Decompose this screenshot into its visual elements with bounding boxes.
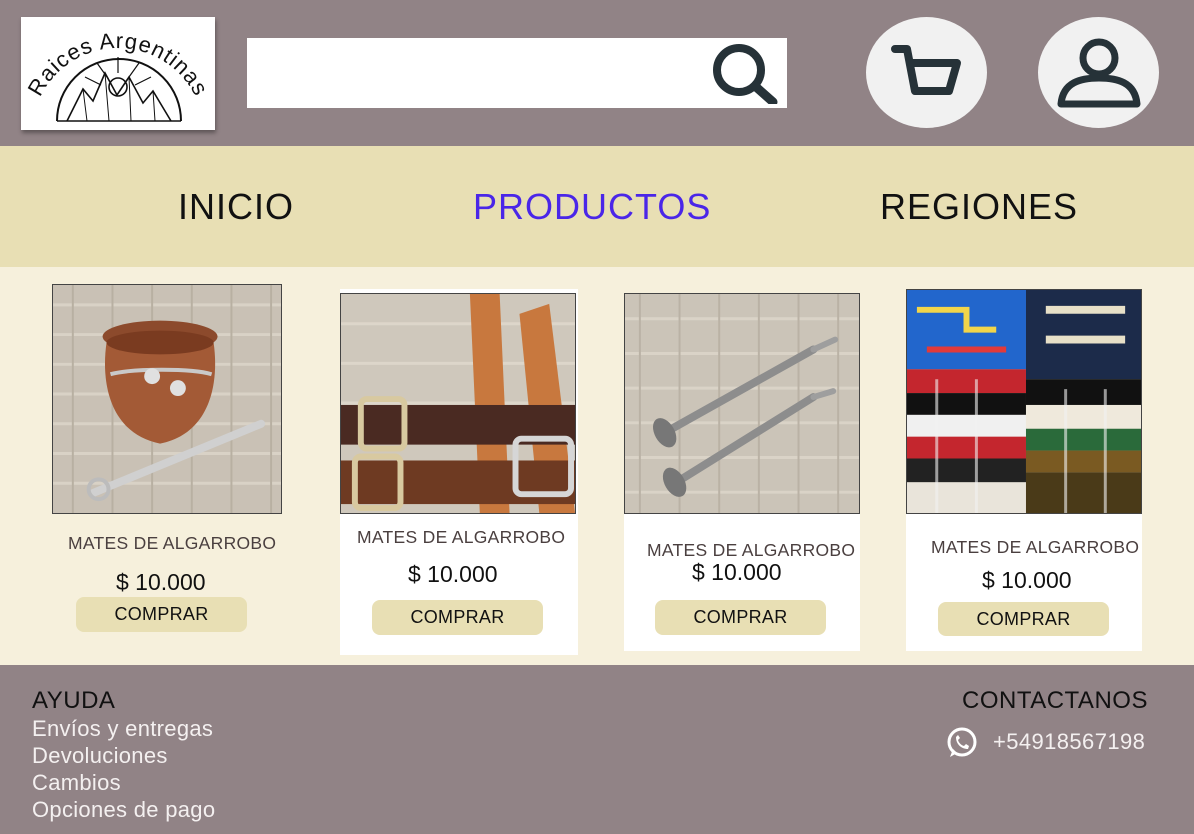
search-input[interactable]	[247, 38, 697, 108]
contact-title: CONTACTANOS	[962, 687, 1148, 714]
product-image[interactable]	[906, 289, 1142, 514]
product-title: MATES DE ALGARROBO	[931, 537, 1140, 557]
nav-item-regiones[interactable]: REGIONES	[880, 186, 1078, 228]
nav-item-productos[interactable]: PRODUCTOS	[473, 186, 711, 228]
product-title: MATES DE ALGARROBO	[68, 533, 277, 553]
nav-item-inicio[interactable]: INICIO	[178, 186, 294, 228]
search-icon	[713, 44, 778, 104]
product-image[interactable]	[624, 293, 860, 514]
product-title: MATES DE ALGARROBO	[357, 527, 566, 547]
product-image[interactable]	[52, 284, 282, 514]
logo-image: Raices Argentinas	[23, 28, 213, 122]
product-image[interactable]	[340, 293, 576, 514]
main-nav: INICIO PRODUCTOS REGIONES	[0, 146, 1194, 267]
help-link-devoluciones[interactable]: Devoluciones	[32, 743, 168, 769]
whatsapp-icon[interactable]	[945, 726, 979, 760]
footer: AYUDA Envíos y entregas Devoluciones Cam…	[0, 665, 1194, 834]
help-title: AYUDA	[32, 687, 116, 714]
buy-button[interactable]: COMPRAR	[938, 602, 1109, 636]
help-link-envios[interactable]: Envíos y entregas	[32, 716, 213, 742]
buy-button[interactable]: COMPRAR	[372, 600, 543, 635]
header: Raices Argentinas	[0, 0, 1194, 146]
search-button[interactable]	[699, 38, 787, 108]
user-account-button[interactable]	[1038, 17, 1159, 128]
buy-button[interactable]: COMPRAR	[655, 600, 826, 635]
cart-icon	[890, 44, 961, 95]
brand-logo[interactable]: Raices Argentinas	[21, 17, 215, 130]
product-title: MATES DE ALGARROBO	[647, 540, 856, 560]
product-price: $ 10.000	[408, 561, 498, 587]
search-bar	[247, 38, 787, 108]
product-price: $ 10.000	[116, 569, 206, 595]
product-price: $ 10.000	[692, 559, 782, 585]
help-link-pago[interactable]: Opciones de pago	[32, 797, 215, 823]
user-icon	[1057, 38, 1140, 107]
contact-phone[interactable]: +54918567198	[993, 729, 1145, 755]
help-link-cambios[interactable]: Cambios	[32, 770, 121, 796]
product-price: $ 10.000	[982, 567, 1072, 593]
buy-button[interactable]: COMPRAR	[76, 597, 247, 632]
cart-button[interactable]	[866, 17, 987, 128]
